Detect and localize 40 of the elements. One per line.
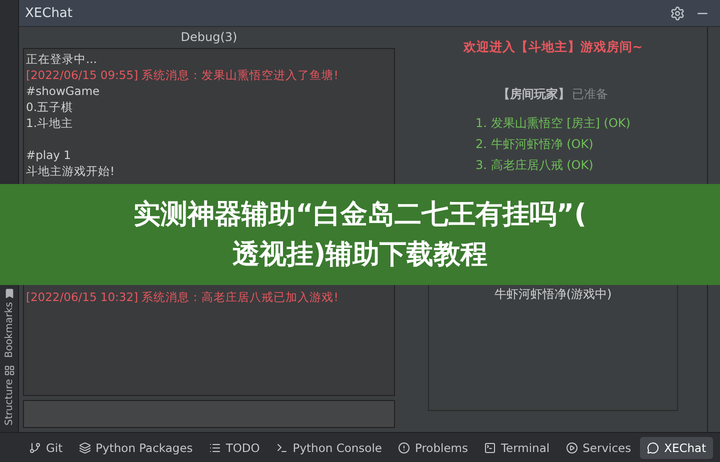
tool-tab[interactable]: Python Packages xyxy=(72,436,200,458)
tool-tab[interactable]: Git xyxy=(22,436,70,458)
banner-headline: 实测神器辅助“白金岛二七王有挂吗”( xyxy=(134,198,586,232)
log-line: 斗地主游戏开始! xyxy=(26,163,116,179)
message-input-field[interactable] xyxy=(23,400,395,428)
side-tab[interactable]: Structure xyxy=(4,365,14,426)
console-icon xyxy=(276,442,288,454)
tool-tab[interactable]: Python Console xyxy=(268,436,389,458)
bookmark-icon xyxy=(4,288,14,299)
alert-icon xyxy=(398,442,410,454)
terminal-icon xyxy=(484,442,496,454)
tool-tab[interactable]: Terminal xyxy=(476,436,557,458)
room-welcome: 欢迎进入【斗地主】游戏房间~ xyxy=(463,39,643,56)
settings-icon[interactable] xyxy=(670,6,685,20)
online-player[interactable]: 牛虾河虾悟净(游戏中) xyxy=(494,286,612,303)
player-entry: 1. 发果山熏悟空 [房主] (OK) xyxy=(476,115,630,132)
player-entry: 3. 高老庄居八戒 (OK) xyxy=(476,157,594,174)
tool-tab[interactable]: XEChat xyxy=(640,436,714,458)
players-status: 已准备 xyxy=(572,86,608,103)
debug-title: Debug(3) xyxy=(180,29,238,46)
layers-icon xyxy=(78,442,91,454)
players-heading: 【房间玩家】 xyxy=(498,86,570,103)
window-title: XEChat xyxy=(25,6,72,20)
chat-bubble-icon xyxy=(647,442,660,454)
log-line: 1.斗地主 xyxy=(26,115,74,131)
grid-icon xyxy=(4,365,14,376)
system-message: [2022/06/15 09:55] 系统消息：发果山熏悟空进入了鱼塘! xyxy=(26,67,340,83)
banner-headline: 透视挂)辅助下载教程 xyxy=(232,238,488,272)
play-icon xyxy=(566,442,578,454)
tool-tab[interactable]: TODO xyxy=(202,436,267,458)
branch-icon xyxy=(29,442,41,454)
system-message: [2022/06/15 10:32] 系统消息：高老庄居八戒已加入游戏! xyxy=(26,289,340,305)
tool-tab[interactable]: Problems xyxy=(390,436,475,458)
player-entry: 2. 牛虾河虾悟净 (OK) xyxy=(476,136,594,153)
side-tab[interactable]: Bookmarks xyxy=(4,288,14,358)
log-line: #showGame xyxy=(26,83,101,99)
log-line: 正在登录中... xyxy=(26,51,98,67)
log-line: 0.五子棋 xyxy=(26,99,74,115)
log-line: #play 1 xyxy=(26,147,72,163)
tool-tab[interactable]: Services xyxy=(558,436,638,458)
